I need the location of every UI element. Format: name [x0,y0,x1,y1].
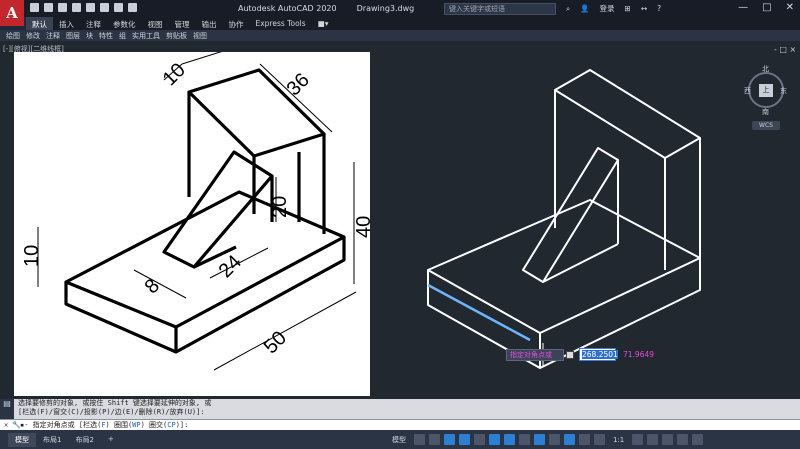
ortho-icon[interactable] [444,434,455,445]
dynamic-input-x-field[interactable]: 268.2501 [579,348,618,361]
polar-tracking-icon[interactable] [459,434,470,445]
command-close-icon[interactable]: ✕ 🔧 [4,420,21,430]
annotation-scale-icon[interactable] [594,434,605,445]
wcs-menu-button[interactable]: WCS [752,121,780,130]
compass-west-label[interactable]: 西 [744,86,751,96]
dynamic-input-options-icon[interactable] [566,351,574,359]
rib-face[interactable] [522,147,619,283]
status-toggles: 模型 1:1 [392,434,704,445]
command-line[interactable]: ✕ 🔧 ▪- 指定对角点或 [栏选(F) 圈围(WP) 圈交(CP)]: [0,419,800,430]
object-snap-icon[interactable] [504,434,515,445]
annotation-scale-value[interactable]: 1:1 [613,436,624,444]
snap-icon[interactable] [429,434,440,445]
command-history: 选择要修剪的对象, 或按住 Shift 键选择要延伸的对象, 或 [栏选(F)/… [14,399,800,419]
tab-layout2[interactable]: 布局2 [68,433,100,447]
viewport-window-controls[interactable]: - □ × [774,45,796,54]
layout-tabs: 模型 布局1 布局2 + [8,433,121,447]
base-top-face[interactable] [427,199,701,334]
compass-north-label[interactable]: 北 [762,64,769,74]
isodraft-icon[interactable] [474,434,485,445]
command-history-line: [栏选(F)/窗交(C)/投影(P)/边(E)/删除(R)/放弃(U)]: [18,408,205,416]
annotation-visibility-icon[interactable] [579,434,590,445]
transparency-icon[interactable] [534,434,545,445]
command-prompt-text: ▪- 指定对角点或 [栏选( [20,421,102,429]
workspace-gear-icon[interactable] [632,434,644,445]
status-bar: 模型 布局1 布局2 + 模型 1:1 [0,430,800,449]
clean-screen-icon[interactable] [677,434,689,445]
grid-icon[interactable] [414,434,425,445]
customization-menu-icon[interactable] [692,434,704,445]
command-prompt: ▪- 指定对角点或 [栏选(F) 圈围(WP) 圈交(CP)]: [20,420,188,430]
command-prompt-text: ) 圈围( [105,421,133,429]
tab-model[interactable]: 模型 [8,433,36,447]
command-prompt-text: ) 圈交( [140,421,168,429]
annotation-monitor-icon[interactable] [647,434,659,445]
base-sides[interactable] [427,258,701,369]
wall-top-face[interactable] [554,69,701,159]
viewcube-top-face[interactable]: 上 [759,84,773,97]
object-snap-tracking-icon[interactable] [489,434,500,445]
command-window-handle[interactable]: ▤ [0,399,14,419]
x-value-text: 268.2501 [582,350,618,359]
model-space-button[interactable]: 模型 [392,435,406,445]
cad-model-drawing [427,69,701,369]
lineweight-icon[interactable] [519,434,530,445]
compass-east-label[interactable]: 东 [780,86,787,96]
add-layout-button[interactable]: + [101,433,121,447]
compass-south-label[interactable]: 南 [762,107,769,117]
selection-cycling-icon[interactable] [549,434,560,445]
command-keyword-wpolygon[interactable]: WP [132,421,140,429]
isolate-objects-icon[interactable] [662,434,674,445]
dynamic-input-y-field[interactable]: 71.9649 [620,349,658,361]
tab-layout1[interactable]: 布局1 [36,433,68,447]
command-prompt-text: )]: [175,421,189,429]
dynamic-input-prompt: 指定对角点或 [506,349,564,361]
viewcube[interactable]: 北 西 东 南 上 [744,64,788,116]
command-history-line: 选择要修剪的对象, 或按住 Shift 键选择要延伸的对象, 或 [18,399,212,407]
command-keyword-cpolygon[interactable]: CP [167,421,175,429]
dynamic-input-icon[interactable] [564,434,575,445]
